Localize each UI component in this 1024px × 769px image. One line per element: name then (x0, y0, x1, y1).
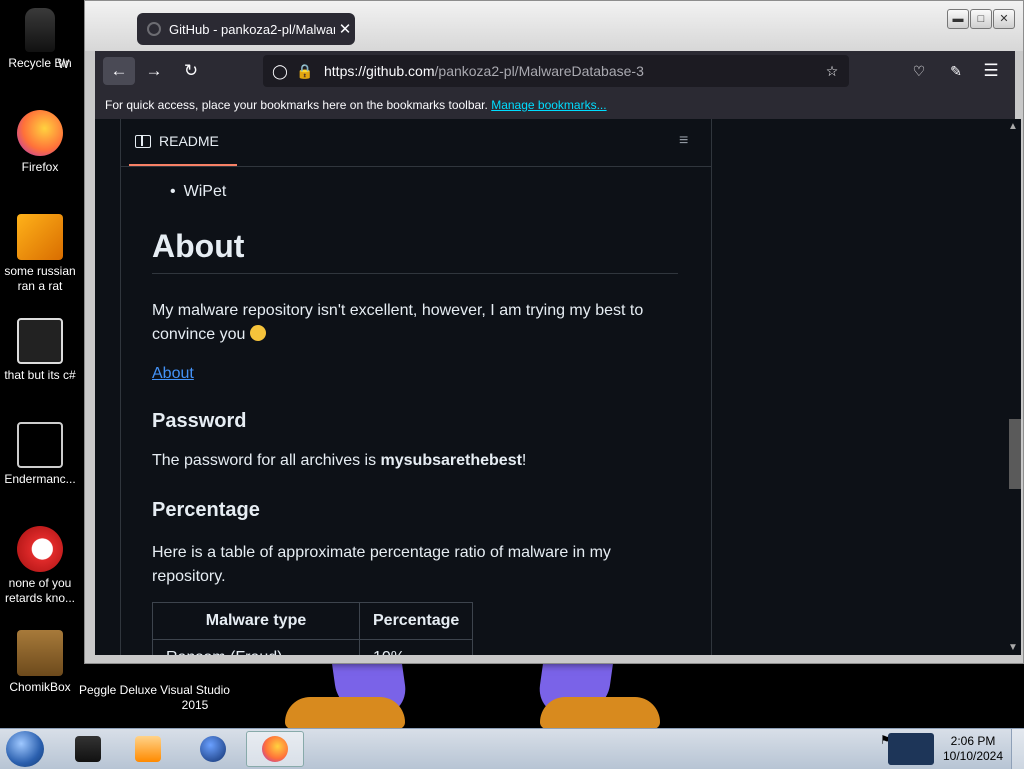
readme-panel: README ≡ WiPet About My malware reposito… (120, 119, 712, 655)
readme-tab-underline (129, 164, 237, 166)
page-scrollbar[interactable]: ▲ ▼ (1005, 119, 1021, 655)
github-favicon-icon (147, 22, 161, 36)
browser-tab[interactable]: GitHub - pankoza2-pl/MalwareDatabase-3 ✕ (137, 13, 355, 45)
page-content: README ≡ WiPet About My malware reposito… (95, 119, 1005, 655)
clock-date: 10/10/2024 (942, 749, 1004, 763)
wallpaper-character-legs (240, 655, 700, 735)
desktop-icon-firefox[interactable]: Firefox (0, 110, 80, 175)
desktop-icon-peggle[interactable]: Peggle Deluxe (78, 683, 158, 698)
browser-window: GitHub - pankoza2-pl/MalwareDatabase-3 ✕… (84, 0, 1024, 664)
taskbar-app-firefox[interactable] (246, 731, 304, 767)
extensions-icon[interactable]: ✎ (940, 57, 972, 85)
start-button[interactable] (6, 731, 44, 767)
manage-bookmarks-link[interactable]: Manage bookmarks... (491, 98, 606, 112)
folder-icon (75, 736, 101, 762)
windows-app-icon (17, 318, 63, 364)
pocket-icon[interactable]: ♡ (903, 57, 935, 85)
shield-icon[interactable]: ◯ (271, 62, 289, 80)
globe-icon (200, 736, 226, 762)
readme-header: README ≡ (121, 119, 711, 167)
recycle-bin-icon (25, 8, 55, 52)
nav-toolbar: ← → ↻ ◯ 🔒 https://github.com/pankoza2-pl… (95, 51, 1015, 91)
taskbar: ⚑ 2:06 PM 10/10/2024 (0, 728, 1024, 769)
maximize-button[interactable]: □ (970, 9, 992, 29)
terminal-app-icon (17, 422, 63, 468)
clock[interactable]: 2:06 PM 10/10/2024 (938, 734, 1008, 764)
lock-icon[interactable]: 🔒 (296, 62, 314, 80)
list-item: WiPet (170, 183, 227, 201)
firefox-icon (262, 736, 288, 762)
desktop-icon-partial[interactable]: W (58, 57, 72, 72)
desktop-icon-visual-studio[interactable]: Visual Studio 2015 (155, 683, 235, 713)
opera-like-icon (17, 526, 63, 572)
desktop-icon-none-of-you[interactable]: none of you retards kno... (0, 526, 80, 606)
password-paragraph: The password for all archives is mysubsa… (152, 452, 527, 469)
tab-close-icon[interactable]: ✕ (335, 20, 355, 38)
book-icon (135, 134, 151, 148)
star-bookmark-icon[interactable]: ☆ (823, 62, 841, 80)
desktop-icon-enderman[interactable]: Endermanc... (0, 422, 80, 487)
close-window-button[interactable]: ✕ (993, 9, 1015, 29)
table-row: Ransom (Fraud) 10% (152, 639, 474, 655)
url-bar[interactable]: ◯ 🔒 https://github.com/pankoza2-pl/Malwa… (263, 55, 849, 87)
heading-percentage: Percentage (152, 499, 260, 521)
scroll-up-icon[interactable]: ▲ (1008, 121, 1018, 132)
menu-icon[interactable]: ☰ (975, 57, 1007, 85)
firefox-icon (17, 110, 63, 156)
reload-button[interactable]: ↻ (175, 57, 207, 85)
tab-title: GitHub - pankoza2-pl/MalwareDatabase-3 (169, 21, 335, 37)
media-player-icon (135, 736, 161, 762)
scrollbar-thumb[interactable] (1009, 419, 1021, 489)
heading-about: About (152, 228, 678, 274)
url-text[interactable]: https://github.com/pankoza2-pl/MalwareDa… (324, 63, 644, 79)
clock-time: 2:06 PM (950, 734, 996, 748)
tray-app-icon[interactable] (888, 733, 934, 765)
malware-table: Malware type Percentage Ransom (Fraud) 1… (152, 602, 474, 655)
scroll-down-icon[interactable]: ▼ (1008, 642, 1018, 653)
taskbar-app-explorer[interactable] (60, 731, 116, 767)
back-button[interactable]: ← (103, 57, 135, 85)
bookmarks-toolbar: For quick access, place your bookmarks h… (95, 91, 1015, 119)
percentage-paragraph: Here is a table of approximate percentag… (152, 544, 611, 585)
minimize-button[interactable]: ▬ (947, 9, 969, 29)
taskbar-app-globe[interactable] (185, 731, 241, 767)
bookmarks-hint: For quick access, place your bookmarks h… (105, 98, 488, 112)
folder-app-icon (17, 214, 63, 260)
desktop-icon-russian-rat[interactable]: some russian ran a rat (0, 214, 80, 294)
table-cell: 10% (358, 639, 474, 655)
column-header: Malware type (152, 602, 360, 640)
table-header-row: Malware type Percentage (152, 602, 474, 640)
table-cell: Ransom (Fraud) (152, 639, 360, 655)
chomikbox-icon (17, 630, 63, 676)
taskbar-app-media[interactable] (120, 731, 176, 767)
forward-button[interactable]: → (138, 57, 170, 85)
desktop-icon-csharp[interactable]: that but its c# (0, 318, 80, 383)
password-value: mysubsarethebest (380, 452, 522, 469)
column-header: Percentage (358, 602, 474, 640)
table-of-contents-icon[interactable]: ≡ (679, 133, 695, 149)
about-link[interactable]: About (152, 365, 194, 383)
readme-tab[interactable]: README (135, 133, 219, 149)
about-paragraph: My malware repository isn't excellent, h… (152, 302, 644, 343)
heading-password: Password (152, 410, 247, 432)
desktop-icon-chomikbox[interactable]: ChomikBox (0, 630, 80, 695)
show-desktop-button[interactable] (1011, 729, 1024, 769)
grinning-emoji-icon (249, 325, 266, 341)
